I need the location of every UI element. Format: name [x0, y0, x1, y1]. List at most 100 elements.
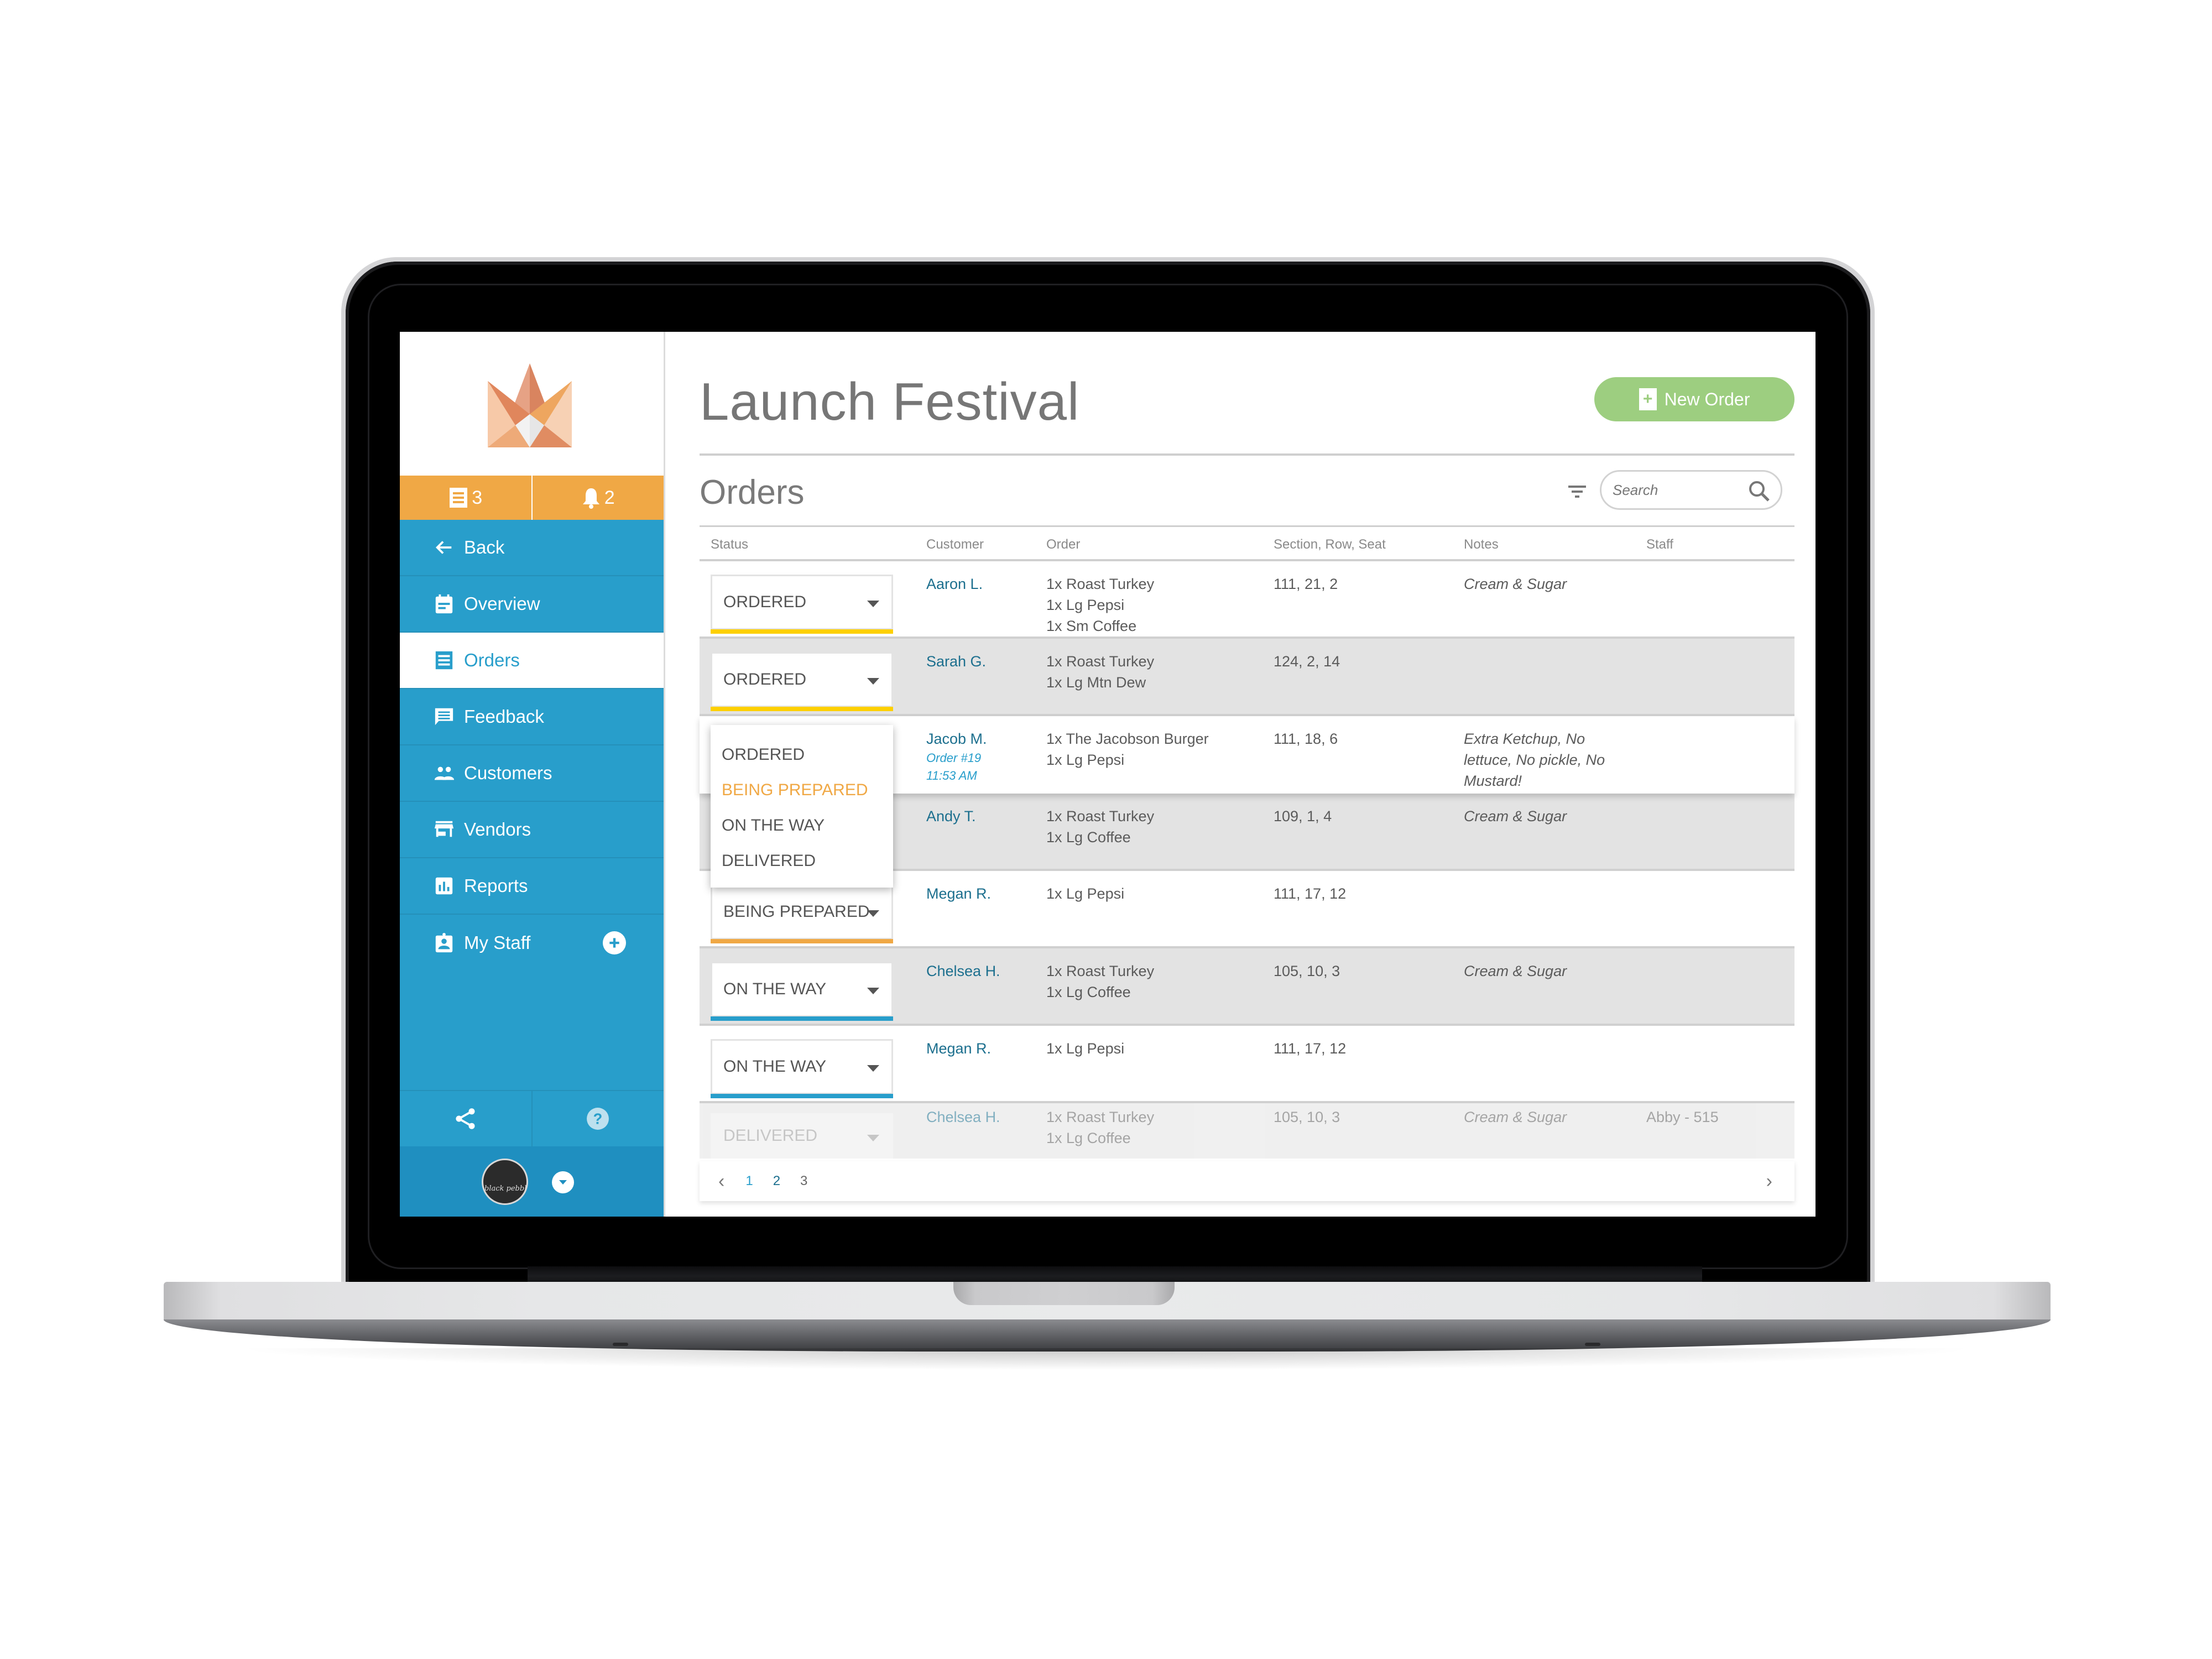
chevron-right-icon[interactable]: ›: [1766, 1171, 1772, 1192]
status-option-on-the-way[interactable]: ON THE WAY: [711, 808, 893, 843]
table-header: Status Customer Order Section, Row, Seat…: [700, 527, 1794, 561]
caret-down-icon: [867, 910, 879, 917]
customer-link[interactable]: Andy T.: [926, 806, 976, 827]
status-color-bar: [711, 1094, 893, 1098]
caret-down-icon: [867, 678, 879, 685]
column-header-staff[interactable]: Staff: [1646, 537, 1673, 552]
people-icon: [433, 762, 455, 784]
sidebar-item-back[interactable]: Back: [400, 520, 664, 576]
table-row[interactable]: ORDERED BEING PREPARED ON THE WAY DELIVE…: [700, 716, 1794, 888]
order-items: 1x Lg Pepsi: [1046, 1038, 1124, 1059]
help-button[interactable]: ?: [531, 1091, 664, 1146]
sidebar-item-orders[interactable]: Orders: [400, 633, 664, 689]
column-header-notes[interactable]: Notes: [1464, 537, 1499, 552]
order-item: 1x Roast Turkey: [1046, 1109, 1155, 1125]
share-icon: [456, 1108, 475, 1129]
table-row[interactable]: ORDERED Aaron L. 1x Roast Turkey 1x Lg P…: [700, 561, 1794, 639]
customer-link[interactable]: Megan R.: [926, 1038, 991, 1059]
page-2[interactable]: 2: [773, 1173, 780, 1189]
profile-menu-button[interactable]: [552, 1171, 574, 1193]
section-title: Orders: [700, 473, 805, 512]
notifications-counter[interactable]: 2: [531, 476, 664, 520]
page-1[interactable]: 1: [745, 1173, 753, 1189]
order-item: 1x Lg Pepsi: [1046, 597, 1125, 613]
status-dropdown[interactable]: ON THE WAY: [711, 962, 893, 1021]
status-value: ON THE WAY: [723, 1057, 827, 1076]
status-option-being-prepared[interactable]: BEING PREPARED: [711, 773, 893, 808]
customer-link[interactable]: Chelsea H.: [926, 1107, 1000, 1128]
customer-link[interactable]: Jacob M.: [926, 728, 987, 749]
order-item: 1x Roast Turkey: [1046, 963, 1155, 979]
orders-counter[interactable]: 3: [400, 476, 531, 520]
store-icon: [433, 818, 455, 841]
notes: Extra Ketchup, No lettuce, No pickle, No…: [1464, 731, 1605, 789]
customer-link[interactable]: Sarah G.: [926, 651, 986, 672]
pagination: ‹ 1 2 3 ›: [700, 1161, 1794, 1201]
column-header-customer[interactable]: Customer: [926, 537, 984, 552]
seat: 109, 1, 4: [1274, 808, 1332, 825]
table-row[interactable]: ON THE WAY Chelsea H. 1x Roast Turkey 1x…: [700, 948, 1794, 1026]
order-item: 1x Lg Coffee: [1046, 984, 1131, 1000]
caret-down-icon: [867, 988, 879, 994]
filter-icon[interactable]: [1567, 481, 1588, 502]
status-dropdown[interactable]: BEING PREPARED: [711, 884, 893, 943]
add-ticket-icon: +: [1639, 388, 1657, 410]
seat: 111, 17, 12: [1274, 1040, 1347, 1057]
sidebar-nav: Back Overview Orders Feedback Customers …: [400, 520, 664, 971]
status-value: ON THE WAY: [723, 980, 827, 998]
sidebar-item-my-staff[interactable]: My Staff: [400, 915, 664, 971]
status-option-delivered[interactable]: DELIVERED: [711, 843, 893, 879]
order-items: 1x Roast Turkey 1x Lg Coffee: [1046, 961, 1154, 1003]
new-order-button[interactable]: + New Order: [1594, 377, 1794, 421]
sidebar-item-overview[interactable]: Overview: [400, 576, 664, 633]
search-icon[interactable]: [1747, 479, 1771, 503]
status-color-bar: [711, 707, 893, 711]
order-items: 1x Roast Turkey 1x Lg Mtn Dew: [1046, 651, 1154, 693]
sidebar-item-reports[interactable]: Reports: [400, 858, 664, 915]
laptop-shadow: [232, 1348, 1980, 1370]
column-header-order[interactable]: Order: [1046, 537, 1080, 552]
sidebar-item-feedback[interactable]: Feedback: [400, 689, 664, 745]
column-header-status[interactable]: Status: [711, 537, 748, 552]
table-row[interactable]: DELIVERED Chelsea H. 1x Roast Turkey 1x …: [700, 1103, 1794, 1159]
chevron-left-icon[interactable]: ‹: [718, 1171, 724, 1192]
orders-count: 3: [472, 487, 483, 508]
chat-icon: [433, 706, 455, 728]
table-row[interactable]: ORDERED Sarah G. 1x Roast Turkey 1x Lg M…: [700, 639, 1794, 716]
avatar[interactable]: black pebble: [482, 1159, 528, 1205]
seat: 111, 17, 12: [1274, 885, 1347, 902]
caret-down-icon: [867, 1065, 879, 1072]
customer-link[interactable]: Megan R.: [926, 883, 991, 904]
share-button[interactable]: [400, 1091, 531, 1146]
order-item: 1x Lg Mtn Dew: [1046, 674, 1146, 691]
column-header-seat[interactable]: Section, Row, Seat: [1274, 537, 1386, 552]
status-dropdown[interactable]: ORDERED: [711, 652, 893, 711]
bell-icon: [582, 488, 599, 509]
sidebar-item-customers[interactable]: Customers: [400, 745, 664, 802]
seat: 124, 2, 14: [1274, 653, 1340, 670]
status-color-bar: [711, 1016, 893, 1021]
table-row[interactable]: ON THE WAY Megan R. 1x Lg Pepsi 111, 17,…: [700, 1026, 1794, 1103]
add-staff-button[interactable]: [603, 931, 626, 954]
page-3[interactable]: 3: [800, 1173, 807, 1189]
notes: Cream & Sugar: [1464, 576, 1567, 592]
app-screen: 3 2 Back Overview Orders Feedback Custom…: [400, 332, 1815, 1217]
search-input[interactable]: [1613, 481, 1740, 499]
customer-link[interactable]: Chelsea H.: [926, 961, 1000, 982]
status-dropdown[interactable]: ORDERED: [711, 575, 893, 634]
order-item: 1x The Jacobson Burger: [1046, 731, 1209, 747]
order-item: 1x Roast Turkey: [1046, 653, 1155, 670]
status-dropdown[interactable]: DELIVERED: [711, 1113, 893, 1159]
customer-link[interactable]: Aaron L.: [926, 573, 983, 594]
status-dropdown-menu: ORDERED BEING PREPARED ON THE WAY DELIVE…: [711, 725, 893, 888]
help-icon: ?: [587, 1108, 609, 1130]
notes: Cream & Sugar: [1464, 1109, 1567, 1125]
status-dropdown[interactable]: ON THE WAY: [711, 1039, 893, 1098]
notes: Cream & Sugar: [1464, 808, 1567, 825]
status-option-ordered[interactable]: ORDERED: [711, 737, 893, 773]
chevron-down-icon: [559, 1180, 567, 1185]
status-value: DELIVERED: [723, 1126, 818, 1145]
receipt-icon: [433, 649, 455, 671]
sidebar-item-vendors[interactable]: Vendors: [400, 802, 664, 858]
plus-icon: [609, 938, 619, 948]
